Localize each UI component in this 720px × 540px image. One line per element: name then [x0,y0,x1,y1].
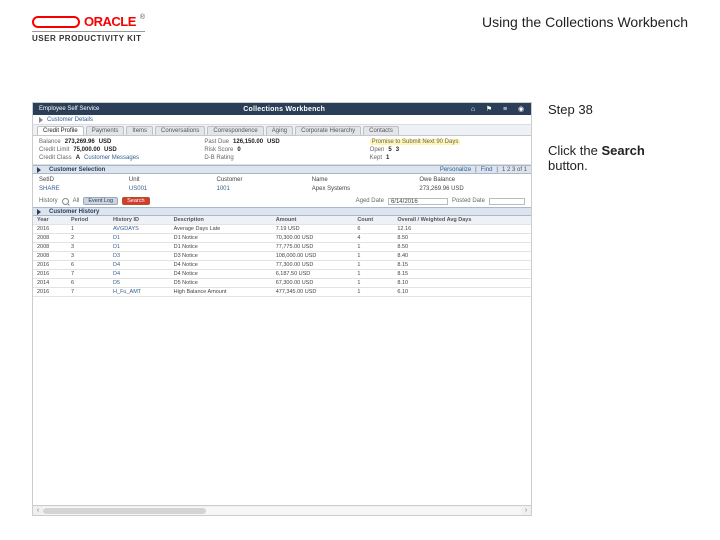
tab-conversations[interactable]: Conversations [155,126,205,135]
credit-class-label: Credit Class [39,155,72,161]
tab-strip: Credit Profile Payments Items Conversati… [33,125,531,136]
setid-value[interactable]: SHARE [39,186,121,192]
section-customer-selection: Customer Selection Personalize | Find | … [33,165,531,174]
app-topbar: Employee Self Service Collections Workbe… [33,103,531,115]
breadcrumb-text[interactable]: Customer Details [47,117,93,123]
table-row[interactable]: 20166D4D4 Notice77,300.00 USD18.15 [33,261,531,270]
table-row[interactable]: 20083D3D3 Notice108,000.00 USD18.40 [33,252,531,261]
customer-value[interactable]: 1001 [217,186,304,192]
balance-value[interactable]: 273,269.96 [65,139,95,145]
risk-label: Risk Score [204,147,233,153]
scrollbar-thumb[interactable] [43,508,206,514]
app-title: Collections Workbench [243,106,325,113]
brand-subtitle: USER PRODUCTIVITY KIT [32,31,145,43]
history-table: Year Period History ID Description Amoun… [33,216,531,297]
customer-name: Apex Systems [312,186,412,192]
owe-amount: 273,269.96 USD [419,186,525,192]
horizontal-scrollbar[interactable]: ‹ › [33,505,531,515]
step-label: Step 38 [548,102,688,117]
table-row[interactable]: 20082D1D1 Notice70,300.00 USD48.50 [33,234,531,243]
page-title: Using the Collections Workbench [482,14,688,30]
tab-credit-profile[interactable]: Credit Profile [37,126,84,135]
personalize-link[interactable]: Personalize [440,167,471,173]
section-caret-icon[interactable] [37,209,41,215]
section-title: Customer History [49,209,99,215]
history-dropdown[interactable]: Event Log [83,197,118,205]
credit-summary: Balance 273,269.96 USD Past Due 126,150.… [33,136,531,165]
unit-value[interactable]: US001 [129,186,209,192]
section-caret-icon[interactable] [37,167,41,173]
table-row[interactable]: 20146D5D5 Notice67,300.00 USD18.10 [33,279,531,288]
balance-label: Balance [39,139,61,145]
instruction-text: Click the Search button. [548,143,688,173]
home-icon[interactable]: ⌂ [469,105,477,113]
promise-label: Promise to Submit Next 90 Days [370,139,461,145]
table-row[interactable]: 20167H_Fu_AMTHigh Balance Amount477,345.… [33,288,531,297]
credit-limit-value: 75,000.00 [73,147,100,153]
find-link[interactable]: Find [481,167,493,173]
table-row[interactable]: 20161AVGDAYSAverage Days Late7.19 USD612… [33,225,531,234]
pastdue-label: Past Due [204,139,229,145]
lookup-icon[interactable] [62,198,69,205]
tab-correspondence[interactable]: Correspondence [207,126,263,135]
risk-value: 0 [237,147,240,153]
tab-corporate-hierarchy[interactable]: Corporate Hierarchy [295,126,361,135]
breadcrumb: Customer Details [33,115,531,125]
section-title: Customer Selection [49,167,105,173]
app-screenshot: Employee Self Service Collections Workbe… [32,102,532,516]
credit-limit-label: Credit Limit [39,147,69,153]
table-header-row: Year Period History ID Description Amoun… [33,216,531,225]
tab-items[interactable]: Items [126,126,153,135]
posted-date-input[interactable] [489,198,525,205]
table-row[interactable]: 20083D1D1 Notice77,775.00 USD18.50 [33,243,531,252]
tab-aging[interactable]: Aging [266,126,293,135]
brand-name: ORACLE [84,14,136,29]
instruction-panel: Step 38 Click the Search button. [548,102,688,516]
brand-block: ORACLE ® USER PRODUCTIVITY KIT [32,14,145,43]
pager: 1 2 3 of 1 [502,167,527,173]
history-toolbar: History All Event Log Search Aged Date 6… [33,195,531,207]
breadcrumb-caret-icon [39,117,43,123]
notification-icon[interactable]: ◉ [517,105,525,113]
scroll-left-icon[interactable]: ‹ [33,506,43,516]
pastdue-value[interactable]: 126,150.00 [233,139,263,145]
credit-class-value: A [76,155,80,161]
section-customer-history: Customer History [33,207,531,216]
aged-date-input[interactable]: 6/14/2016 [388,198,448,205]
registered-mark: ® [140,14,145,21]
flag-icon[interactable]: ⚑ [485,105,493,113]
menu-icon[interactable]: ≡ [501,105,509,113]
tab-contacts[interactable]: Contacts [363,126,399,135]
tab-payments[interactable]: Payments [86,126,125,135]
dnb-label: D-B Rating [204,155,233,161]
search-button[interactable]: Search [122,197,149,205]
table-row[interactable]: 20167D4D4 Notice6,187.50 USD18.15 [33,270,531,279]
app-product: Employee Self Service [39,106,99,112]
oracle-logo-icon [32,16,80,28]
scroll-right-icon[interactable]: › [521,506,531,516]
